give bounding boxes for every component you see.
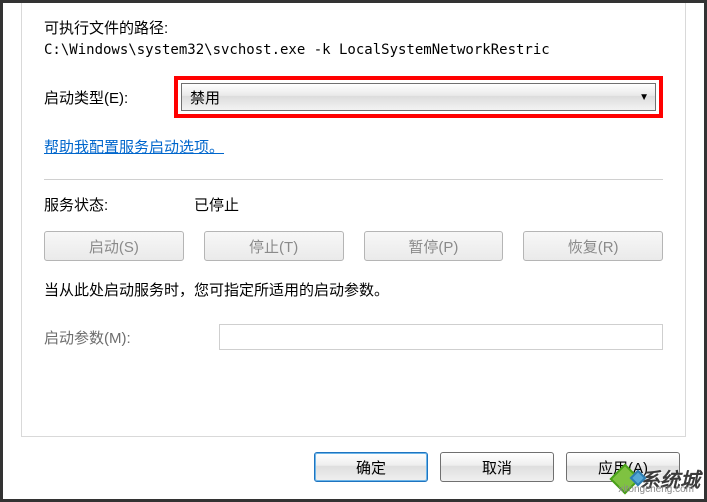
stop-button[interactable]: 停止(T) [204,231,344,261]
dialog-footer: 确定 取消 应用(A) [21,445,686,489]
chevron-down-icon: ▼ [639,92,649,103]
service-properties-panel: 可执行文件的路径: C:\Windows\system32\svchost.ex… [21,3,686,437]
service-control-buttons: 启动(S) 停止(T) 暂停(P) 恢复(R) [44,231,663,261]
executable-path-value: C:\Windows\system32\svchost.exe -k Local… [44,42,663,58]
start-parameters-label: 启动参数(M): [44,327,219,348]
service-status-value: 已停止 [194,194,239,215]
section-divider [44,179,663,180]
startup-type-label: 启动类型(E): [44,87,174,108]
start-parameters-input[interactable] [219,324,663,350]
help-configure-link[interactable]: 帮助我配置服务启动选项。 [44,136,224,157]
start-param-description: 当从此处启动服务时，您可指定所适用的启动参数。 [44,279,663,300]
pause-button[interactable]: 暂停(P) [364,231,504,261]
ok-button[interactable]: 确定 [314,452,428,482]
start-button[interactable]: 启动(S) [44,231,184,261]
service-status-row: 服务状态: 已停止 [44,194,663,215]
startup-type-dropdown[interactable]: 禁用 ▼ [181,83,656,111]
apply-button[interactable]: 应用(A) [566,452,680,482]
cancel-button[interactable]: 取消 [440,452,554,482]
startup-type-selected: 禁用 [190,87,220,108]
service-status-label: 服务状态: [44,194,194,215]
highlight-annotation: 禁用 ▼ [174,76,663,118]
start-parameters-row: 启动参数(M): [44,324,663,350]
executable-path-label: 可执行文件的路径: [44,17,663,38]
resume-button[interactable]: 恢复(R) [523,231,663,261]
startup-type-row: 启动类型(E): 禁用 ▼ [44,76,663,118]
